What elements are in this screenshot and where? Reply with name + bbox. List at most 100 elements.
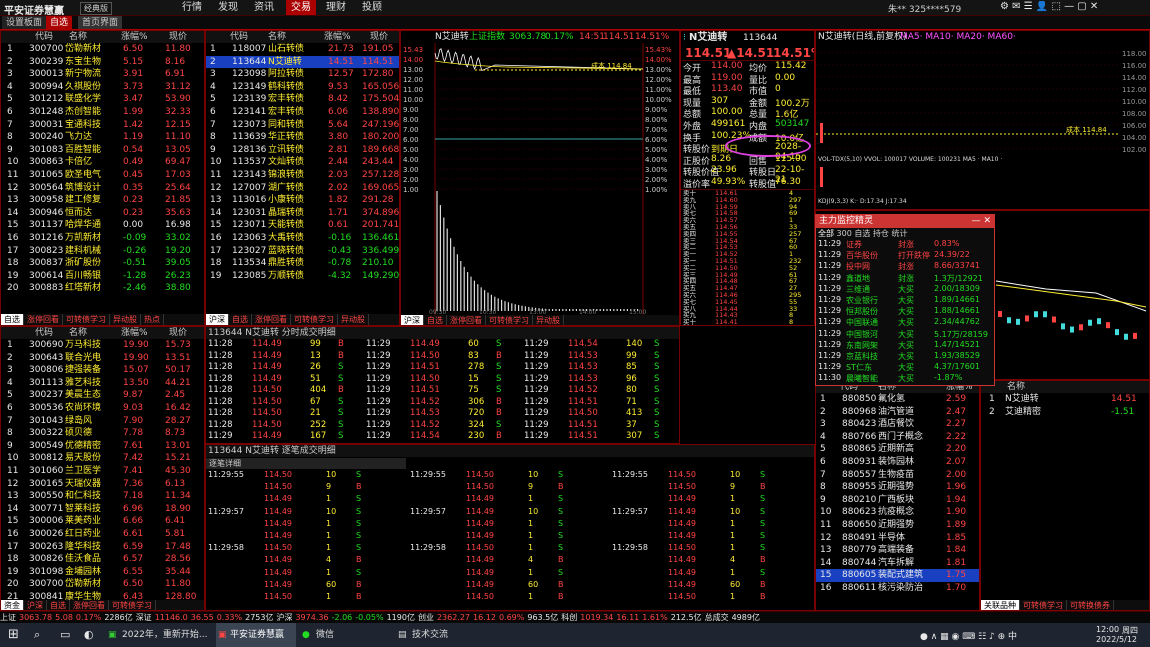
table-row[interactable]: 9 128136 立讯转债 2.81 189.668: [206, 144, 399, 157]
table-row[interactable]: 17 300263 隆华科技 6.59 17.48: [1, 541, 204, 554]
tab-home[interactable]: 首页界面: [78, 16, 123, 29]
tray-icons[interactable]: ● ∧ ▦ ◉ ⌨ ☷ ♪ ⊕ 中: [920, 629, 1017, 642]
taskbar-item-4[interactable]: ▤ 技术交流: [396, 623, 466, 647]
table-row[interactable]: 8 113639 华正转债 3.80 180.200: [206, 131, 399, 144]
table-row[interactable]: 4 880766 西门子概念 2.22: [816, 431, 979, 444]
tab-3[interactable]: 涨停回看: [70, 600, 109, 610]
table-row[interactable]: 9 300549 优德精密 7.61 13.01: [1, 440, 204, 453]
col-code[interactable]: 代码: [35, 327, 53, 339]
table-row[interactable]: 20 300883 红塔新材 -2.46 38.80: [1, 282, 204, 295]
table-row[interactable]: 17 123027 蓝晓转债 -0.43 336.499: [206, 245, 399, 258]
table-row[interactable]: 2 300239 东宝生物 5.15 8.16: [1, 56, 204, 69]
tab-3[interactable]: 异动股: [110, 314, 141, 325]
table-row[interactable]: 7 300031 宝通科技 1.42 12.15: [1, 119, 204, 132]
table-row[interactable]: 11 880650 近期强势 1.89: [816, 519, 979, 532]
table-row[interactable]: 14 880744 汽车拆解 1.81: [816, 557, 979, 570]
windows-start-icon[interactable]: ⊞: [8, 627, 19, 642]
monitor-tab-1[interactable]: 300: [837, 229, 855, 238]
table-row[interactable]: 13 300550 和仁科技 7.18 11.34: [1, 490, 204, 503]
table-row[interactable]: 12 300564 筑博设计 0.35 25.64: [1, 182, 204, 195]
table-row[interactable]: 7 880557 生物疫苗 2.00: [816, 469, 979, 482]
table-row[interactable]: 16 880611 核污染防治 1.70: [816, 582, 979, 595]
tab-1[interactable]: 可转债学习: [1020, 600, 1067, 610]
table-row[interactable]: 6 880931 装饰园林 2.07: [816, 456, 979, 469]
tab-2[interactable]: 可转换债券: [1067, 600, 1114, 610]
monitor-window[interactable]: 主力监控精灵 — ✕ 全部 300 自选 持仓 统计 11:29 证券 封涨 0.83…: [815, 214, 995, 386]
menu-news[interactable]: 资讯: [254, 0, 274, 15]
tab-watchlist[interactable]: 自选: [46, 16, 73, 29]
table-row[interactable]: 15 123071 天能转债 0.61 201.741: [206, 219, 399, 232]
table-row[interactable]: 16 123063 大禹转债 -0.16 136.461: [206, 232, 399, 245]
tab-1[interactable]: 沪深: [24, 600, 47, 610]
table-row[interactable]: 4 300994 久祺股份 3.73 31.12: [1, 81, 204, 94]
table-row[interactable]: 4 301113 雅艺科技 13.50 44.21: [1, 377, 204, 390]
table-row[interactable]: 3 300013 新宁物流 3.91 6.91: [1, 68, 204, 81]
table-row[interactable]: 1 880850 氟化氢 2.59: [816, 393, 979, 406]
col-name[interactable]: 名称: [69, 31, 87, 43]
table-row[interactable]: 4 123149 鹤科转债 9.53 165.056: [206, 81, 399, 94]
tab-0[interactable]: 关联品种: [981, 600, 1020, 610]
tab-1[interactable]: 自选: [424, 315, 447, 325]
table-row[interactable]: 12 127007 湖广转债 2.02 169.065: [206, 182, 399, 195]
related-row[interactable]: 2 艾迪精密 -1.51: [981, 406, 1149, 419]
col-code[interactable]: 代码: [35, 31, 53, 43]
table-row[interactable]: 3 123098 阿拉转债 12.57 172.80: [206, 68, 399, 81]
table-row[interactable]: 6 123141 宏丰转债 6.06 138.890: [206, 106, 399, 119]
search-icon[interactable]: ⌕: [34, 628, 40, 642]
table-row[interactable]: 3 300806 捷强装备 15.07 50.17: [1, 364, 204, 377]
table-row[interactable]: 7 301043 绿岛风 7.90 28.27: [1, 415, 204, 428]
table-row[interactable]: 15 301137 哈焊华通 0.00 16.98: [1, 219, 204, 232]
menu-trade[interactable]: 交易: [286, 0, 316, 15]
version-select[interactable]: 经典版: [80, 2, 112, 15]
table-row[interactable]: 18 300837 浙矿股份 -0.51 39.05: [1, 257, 204, 270]
table-row[interactable]: 5 301212 联盛化学 3.47 53.90: [1, 93, 204, 106]
menu-discover[interactable]: 发现: [218, 0, 238, 15]
table-row[interactable]: 1 118007 山石转债 21.73 191.05: [206, 43, 399, 56]
col-name[interactable]: 名称: [69, 327, 87, 339]
tab-3[interactable]: 可转债学习: [291, 314, 338, 325]
table-row[interactable]: 10 300812 易天股份 7.42 15.21: [1, 452, 204, 465]
monitor-tab-4[interactable]: 统计: [891, 229, 907, 238]
tab-2[interactable]: 可转债学习: [63, 314, 110, 325]
user-account[interactable]: 朱** 325****579: [888, 2, 961, 15]
table-row[interactable]: 9 880210 广西板块 1.94: [816, 494, 979, 507]
table-row[interactable]: 2 300643 联合光电 19.90 13.51: [1, 352, 204, 365]
table-row[interactable]: 8 300240 飞力达 1.19 11.10: [1, 131, 204, 144]
table-row[interactable]: 15 300006 莱美药业 6.66 6.41: [1, 515, 204, 528]
table-row[interactable]: 20 300700 岱勒新材 6.50 11.80: [1, 578, 204, 591]
table-row[interactable]: 5 123139 宏丰转债 8.42 175.504: [206, 93, 399, 106]
monitor-tab-3[interactable]: 持仓: [873, 229, 892, 238]
tab-0[interactable]: 沪深: [401, 315, 424, 325]
table-row[interactable]: 13 113016 小康转债 1.82 291.28: [206, 194, 399, 207]
table-row[interactable]: 5 300237 美晨生态 9.87 2.45: [1, 389, 204, 402]
table-row[interactable]: 2 880968 油汽管道 2.47: [816, 406, 979, 419]
table-row[interactable]: 14 300946 恒而达 0.23 35.63: [1, 207, 204, 220]
taskbar-item-3[interactable]: ● 微信: [300, 623, 360, 647]
table-row[interactable]: 10 880623 抗疫概念 1.90: [816, 506, 979, 519]
table-row[interactable]: 8 300322 硕贝德 7.78 8.73: [1, 427, 204, 440]
table-row[interactable]: 10 300863 卡倍亿 0.49 69.47: [1, 156, 204, 169]
close-icon[interactable]: — ✕: [972, 215, 991, 228]
table-row[interactable]: 11 301060 兰卫医学 7.41 45.30: [1, 465, 204, 478]
table-row[interactable]: 19 301098 金埔园林 6.55 35.44: [1, 566, 204, 579]
table-row[interactable]: 13 880779 高端装备 1.84: [816, 544, 979, 557]
tab-2[interactable]: 涨停回看: [447, 315, 486, 325]
table-row[interactable]: 17 300823 建科机械 -0.26 19.20: [1, 245, 204, 258]
col-price[interactable]: 现价: [169, 327, 187, 339]
table-row[interactable]: 9 301083 百胜智能 0.54 13.05: [1, 144, 204, 157]
tab-0[interactable]: 资金: [1, 600, 24, 610]
table-row[interactable]: 1 300700 岱勒新材 6.50 11.80: [1, 43, 204, 56]
clock-time[interactable]: 12:00: [1096, 625, 1119, 634]
taskbar-item-2[interactable]: ▣平安证券慧赢V8.2...: [216, 623, 296, 647]
clock-date[interactable]: 2022/5/12: [1096, 635, 1137, 644]
table-row[interactable]: 19 300614 百川畅银 -1.28 26.23: [1, 270, 204, 283]
table-row[interactable]: 12 880491 半导体 1.85: [816, 532, 979, 545]
monitor-tab-2[interactable]: 自选: [854, 229, 873, 238]
table-row[interactable]: 1 300690 万马科技 19.90 15.73: [1, 339, 204, 352]
tab-settings[interactable]: 设置板面: [2, 16, 47, 29]
kline-chart[interactable]: 118.00 116.00 114.00 112.00 110.00 108.00 106.…: [816, 43, 1150, 209]
table-row[interactable]: 18 300826 佳沃食品 6.57 28.56: [1, 553, 204, 566]
col-code[interactable]: 代码: [230, 31, 248, 43]
edge-icon[interactable]: ◐: [84, 628, 94, 641]
col-name[interactable]: 名称: [268, 31, 286, 43]
